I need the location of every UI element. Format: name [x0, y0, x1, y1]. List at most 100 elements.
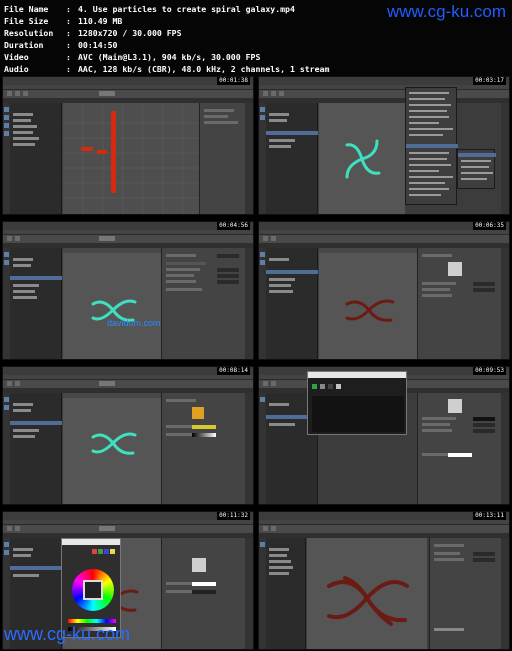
attribute-editor — [161, 248, 245, 359]
outliner-panel — [10, 393, 62, 504]
media-info-header: File Name : 4. Use particles to create s… — [0, 0, 512, 78]
timestamp: 00:04:56 — [217, 222, 250, 230]
toolbar — [3, 525, 253, 533]
viewport-3d[interactable] — [319, 248, 419, 359]
info-key: File Name — [4, 4, 49, 14]
timestamp: 00:09:53 — [473, 367, 506, 375]
texture-swatch — [448, 399, 462, 413]
hypershade-window[interactable] — [307, 371, 407, 435]
tool-strip — [259, 103, 266, 214]
info-value: 4. Use particles to create spiral galaxy… — [78, 4, 295, 14]
info-value: AVC (Main@L3.1), 904 kb/s, 30.000 FPS — [78, 52, 261, 62]
side-strip — [501, 538, 509, 649]
toolbar — [259, 235, 509, 243]
info-separator: : — [66, 64, 71, 74]
info-key: Duration — [4, 40, 44, 50]
toolbar — [3, 380, 253, 388]
toolbar — [3, 235, 253, 243]
texture-swatch — [192, 407, 204, 419]
tool-strip — [259, 393, 266, 504]
side-strip — [245, 393, 253, 504]
viewport-header — [63, 248, 163, 253]
attribute-editor — [417, 393, 501, 504]
texture-swatch — [448, 262, 462, 276]
attribute-editor — [417, 248, 501, 359]
toolbar — [3, 90, 253, 98]
outliner-panel — [266, 103, 318, 214]
viewport-3d[interactable] — [63, 248, 163, 359]
thumbnail-5[interactable]: 00:08:14 — [2, 366, 254, 505]
outliner-panel — [266, 538, 306, 649]
timestamp: 00:03:17 — [473, 77, 506, 85]
attribute-editor — [429, 538, 501, 649]
color-chooser-dialog[interactable] — [61, 538, 121, 638]
side-strip — [245, 248, 253, 359]
context-menu[interactable] — [405, 87, 458, 205]
info-key: Resolution — [4, 28, 54, 38]
info-value: 00:14:50 — [78, 40, 118, 50]
thumbnail-grid: 00:01:38 00:03:17 00:04:56 davidom.com 0… — [0, 76, 512, 651]
info-separator: : — [66, 40, 71, 50]
timestamp: 00:13:11 — [473, 512, 506, 520]
watermark-thumb: davidom.com — [107, 318, 161, 328]
color-wheel[interactable] — [72, 569, 114, 611]
particle-scene — [91, 432, 137, 455]
thumbnail-4[interactable]: 00:06:35 — [258, 221, 510, 360]
viewport-3d[interactable] — [319, 103, 405, 214]
timestamp: 00:01:38 — [217, 77, 250, 85]
viewport-3d[interactable] — [307, 538, 427, 649]
submenu[interactable] — [457, 149, 496, 189]
info-separator: : — [66, 28, 71, 38]
tool-strip — [3, 248, 10, 359]
outliner-panel — [266, 248, 318, 359]
watermark-top: www.cg-ku.com — [386, 2, 506, 21]
info-separator: : — [66, 16, 71, 26]
particle-scene — [63, 103, 203, 214]
thumbnail-8[interactable]: 00:13:11 — [258, 511, 510, 650]
hue-slider[interactable] — [68, 619, 116, 623]
info-separator: : — [66, 52, 71, 62]
thumbnail-6[interactable]: 00:09:53 — [258, 366, 510, 505]
timestamp: 00:08:14 — [217, 367, 250, 375]
tool-strip — [259, 248, 266, 359]
timestamp: 00:11:32 — [217, 512, 250, 520]
info-key: Audio — [4, 64, 29, 74]
attribute-editor — [199, 103, 245, 214]
tool-strip — [259, 538, 266, 649]
outliner-panel — [10, 248, 62, 359]
info-value: AAC, 128 kb/s (CBR), 48.0 kHz, 2 channel… — [78, 64, 330, 74]
side-strip — [245, 538, 253, 649]
info-key: Video — [4, 52, 29, 62]
thumbnail-3[interactable]: 00:04:56 davidom.com — [2, 221, 254, 360]
info-separator: : — [66, 4, 71, 14]
window-title-bar — [308, 372, 406, 378]
viewport-3d[interactable] — [63, 103, 203, 214]
side-strip — [501, 393, 509, 504]
attribute-editor — [161, 393, 245, 504]
watermark-bottom: www.cg-ku.com — [4, 624, 131, 644]
side-strip — [245, 103, 253, 214]
window-title-bar — [62, 539, 120, 545]
viewport-3d[interactable] — [63, 393, 163, 504]
particle-scene — [345, 139, 381, 179]
color-ramp — [192, 425, 216, 429]
texture-swatch — [192, 558, 206, 572]
toolbar — [259, 525, 509, 533]
outliner-panel — [10, 103, 62, 214]
particle-scene — [327, 576, 409, 626]
tool-strip — [3, 103, 10, 214]
tool-strip — [3, 393, 10, 504]
particle-scene — [345, 299, 395, 322]
side-strip — [501, 103, 509, 214]
toolbar — [259, 90, 509, 98]
particle-scene — [91, 299, 137, 322]
viewport-header — [63, 393, 163, 398]
viewport-header — [319, 248, 419, 253]
node-graph[interactable] — [312, 396, 404, 432]
attribute-editor — [161, 538, 245, 649]
info-value: 1280x720 / 30.000 FPS — [78, 28, 182, 38]
thumbnail-2[interactable]: 00:03:17 — [258, 76, 510, 215]
side-strip — [501, 248, 509, 359]
thumbnail-1[interactable]: 00:01:38 — [2, 76, 254, 215]
timestamp: 00:06:35 — [473, 222, 506, 230]
